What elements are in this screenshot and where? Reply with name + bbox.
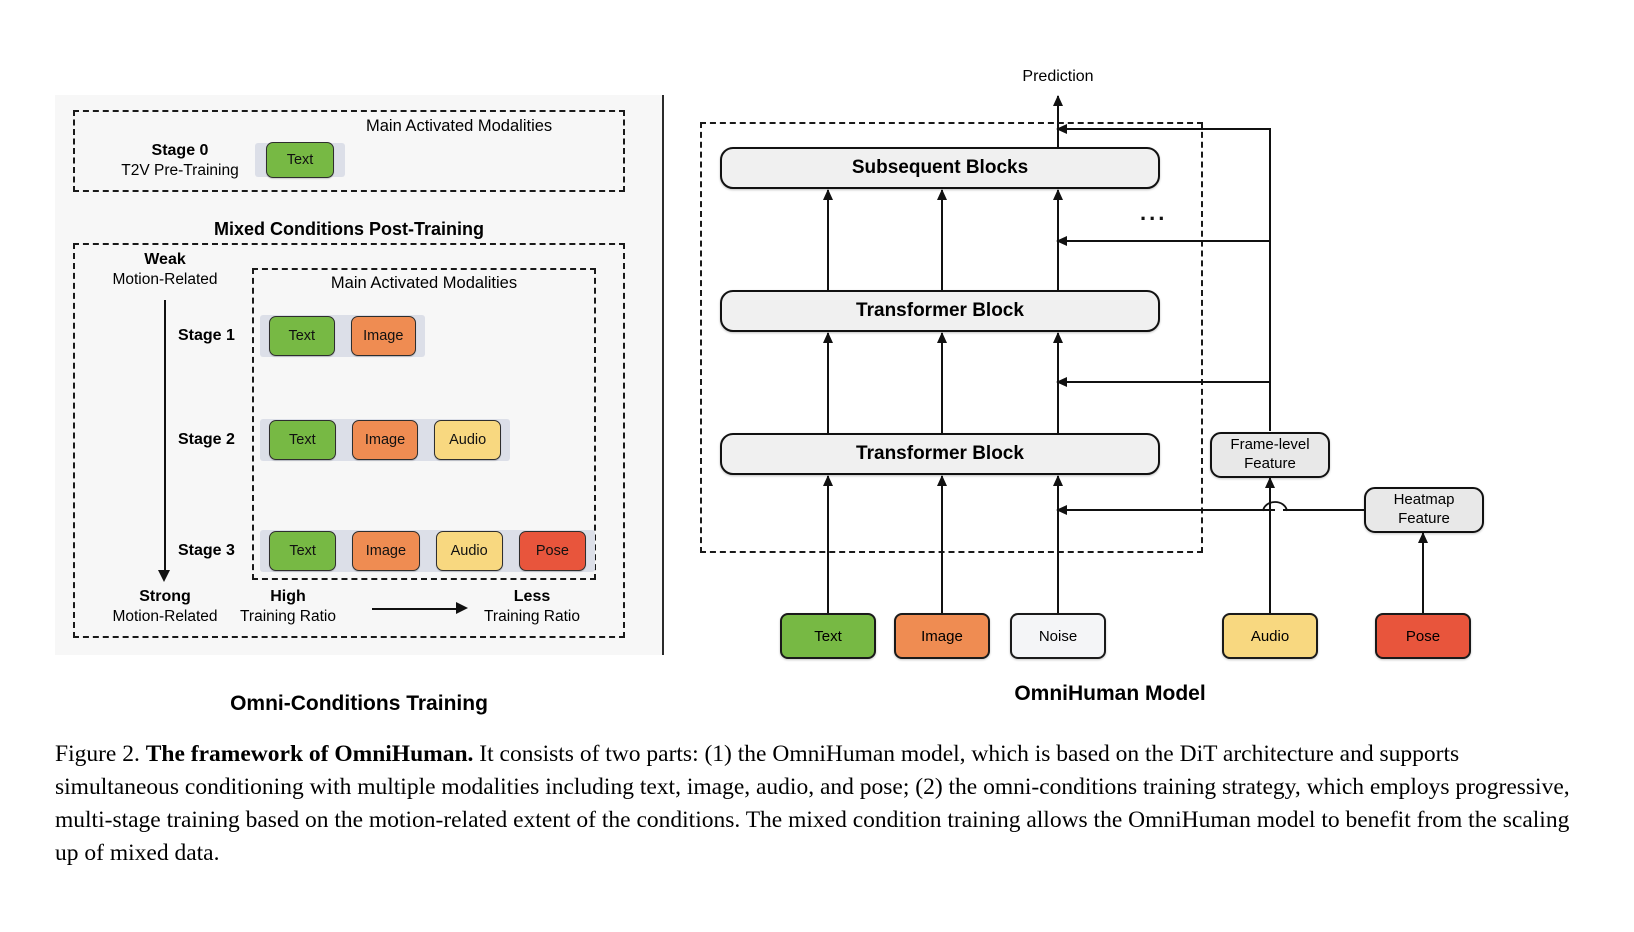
panel-divider — [662, 95, 664, 655]
inject-arrow-top — [1057, 128, 1270, 130]
chip-image: Image — [351, 420, 419, 460]
training-ratio-high-label: High Training Ratio — [222, 588, 354, 626]
chip-image: Image — [352, 531, 420, 571]
stage2-label: Stage 2 — [178, 431, 235, 448]
prediction-label: Prediction — [1022, 68, 1094, 85]
flow-arrow-lane1-top — [827, 190, 829, 290]
input-arrow-image — [941, 476, 943, 613]
right-section-title: OmniHuman Model — [1014, 682, 1206, 705]
stage0-chip-strip: Text — [255, 142, 345, 178]
input-image: Image — [894, 613, 990, 659]
pose-to-heatmap-arrow — [1422, 533, 1424, 613]
ratio-high-bold: High — [270, 588, 306, 605]
motion-axis-bottom-label: Strong Motion-Related — [95, 588, 235, 626]
ellipsis-indicator: ... — [1140, 200, 1168, 225]
block-transformer-2: Transformer Block — [720, 433, 1160, 475]
block-subsequent-blocks: Subsequent Blocks — [720, 147, 1160, 189]
training-ratio-arrow-line — [372, 608, 458, 610]
heatmap-inject-line-right — [1283, 509, 1364, 511]
chip-text: Text — [269, 316, 335, 356]
inject-arrow-mid — [1057, 240, 1270, 242]
heatmap-inject-arrow-left — [1057, 509, 1275, 511]
motion-axis-line — [164, 300, 166, 575]
frame-feature-line2: Feature — [1244, 455, 1296, 472]
ratio-less-bold: Less — [513, 588, 551, 605]
heatmap-feature-line2: Feature — [1398, 510, 1450, 527]
chip-text: Text — [266, 142, 334, 178]
chip-text: Text — [269, 420, 336, 460]
chip-text: Text — [269, 531, 337, 571]
frame-feature-bus — [1269, 128, 1271, 431]
caption-bold: The framework of OmniHuman. — [145, 741, 474, 767]
input-pose: Pose — [1375, 613, 1471, 659]
chip-audio: Audio — [435, 531, 503, 571]
heatmap-feature-box: Heatmap Feature — [1364, 487, 1484, 533]
stage3-label: Stage 3 — [178, 542, 235, 559]
caption-prefix: Figure 2. — [55, 741, 140, 767]
input-arrow-noise — [1057, 476, 1059, 613]
input-noise: Noise — [1010, 613, 1106, 659]
chip-image: Image — [350, 316, 416, 356]
frame-level-feature-box: Frame-level Feature — [1210, 432, 1330, 478]
inject-arrow-low — [1057, 381, 1270, 383]
chip-pose: Pose — [518, 531, 586, 571]
stage1-chip-strip: Text Image — [260, 315, 425, 357]
heatmap-feature-line1: Heatmap — [1393, 491, 1455, 509]
post-training-title: Mixed Conditions Post-Training — [214, 219, 484, 239]
input-audio: Audio — [1222, 613, 1318, 659]
axis-weak-bold: Weak — [144, 251, 186, 268]
chip-audio: Audio — [434, 420, 502, 460]
training-ratio-less-label: Less Training Ratio — [466, 588, 598, 626]
stage0-title: Stage 0 — [151, 142, 209, 159]
stage2-chip-strip: Text Image Audio — [260, 419, 510, 461]
stage0-title-group: Stage 0 T2V Pre-Training — [95, 142, 265, 180]
ratio-high-sub: Training Ratio — [240, 608, 336, 625]
left-section-title: Omni-Conditions Training — [230, 692, 488, 715]
stage1-label: Stage 1 — [178, 327, 235, 344]
motion-axis-arrowhead — [158, 570, 172, 582]
figure-caption: Figure 2. The framework of OmniHuman. It… — [55, 738, 1583, 871]
block-transformer-1: Transformer Block — [720, 290, 1160, 332]
modalities-header: Main Activated Modalities — [330, 274, 518, 292]
frame-feature-line1: Frame-level — [1230, 436, 1310, 454]
ratio-less-sub: Training Ratio — [484, 608, 580, 625]
axis-strong-sub: Motion-Related — [112, 608, 218, 625]
audio-to-frame-arrow — [1269, 478, 1271, 613]
flow-arrow-lane2-mid — [941, 333, 943, 433]
axis-weak-sub: Motion-Related — [112, 271, 218, 288]
input-arrow-text — [827, 476, 829, 613]
input-text: Text — [780, 613, 876, 659]
motion-axis-top-label: Weak Motion-Related — [95, 251, 235, 289]
line-hop-icon — [1262, 501, 1288, 512]
stage0-modalities-header: Main Activated Modalities — [366, 117, 553, 135]
flow-arrow-lane1-mid — [827, 333, 829, 433]
stage3-chip-strip: Text Image Audio Pose — [260, 530, 595, 572]
flow-arrow-lane2-top — [941, 190, 943, 290]
stage0-subtitle: T2V Pre-Training — [121, 162, 239, 179]
axis-strong-bold: Strong — [139, 588, 191, 605]
